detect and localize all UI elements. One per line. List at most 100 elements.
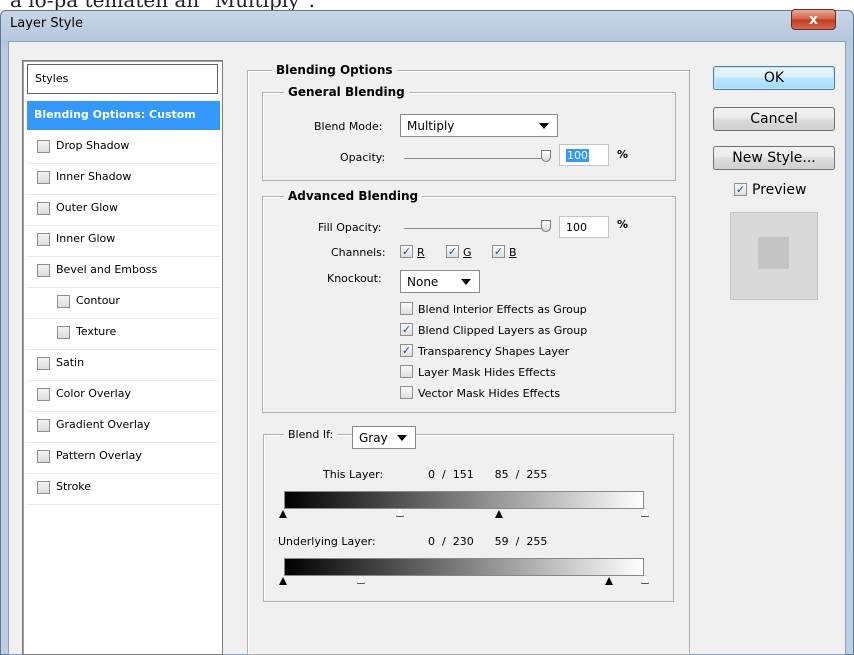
channel-r-label: R: [417, 246, 425, 259]
style-item-blending-options[interactable]: Blending Options: Custom: [27, 101, 220, 130]
general-blending-title: General Blending: [284, 85, 409, 99]
style-item[interactable]: Drop Shadow: [37, 139, 129, 153]
style-checkbox[interactable]: [37, 201, 50, 215]
blend-if-value: Gray: [359, 431, 388, 445]
blending-options-title: Blending Options: [272, 63, 397, 77]
style-divider: [27, 349, 220, 350]
style-checkbox[interactable]: [37, 387, 50, 401]
advanced-option-label: Blend Interior Effects as Group: [418, 303, 587, 316]
advanced-option-checkbox[interactable]: [400, 302, 413, 315]
this-layer-split-slider-2[interactable]: [495, 510, 503, 518]
fill-opacity-slider-handle[interactable]: [541, 220, 551, 232]
channel-g-checkbox[interactable]: ✓: [446, 245, 459, 258]
fill-opacity-value: 100: [566, 221, 587, 234]
style-item-label: Gradient Overlay: [56, 418, 151, 431]
chevron-down-icon: [539, 123, 549, 129]
style-divider: [27, 163, 220, 164]
style-item-label: Drop Shadow: [56, 139, 130, 152]
style-item[interactable]: Outer Glow: [37, 201, 118, 215]
this-layer-values: 0 / 151 85 / 255: [428, 468, 548, 481]
preview-swatch: [758, 237, 789, 269]
style-checkbox[interactable]: [37, 418, 50, 432]
style-checkbox[interactable]: [57, 325, 70, 339]
style-checkbox[interactable]: [37, 480, 50, 494]
style-divider: [27, 194, 220, 195]
style-item[interactable]: Inner Shadow: [37, 170, 131, 184]
advanced-blending-title: Advanced Blending: [284, 189, 423, 203]
knockout-value: None: [407, 275, 439, 289]
styles-header-item[interactable]: Styles: [27, 64, 218, 94]
style-checkbox[interactable]: [37, 356, 50, 370]
this-layer-black-slider[interactable]: [279, 510, 287, 518]
style-item-label: Bevel and Emboss: [56, 263, 158, 276]
channel-r-checkbox[interactable]: ✓: [400, 245, 413, 258]
style-divider: [27, 442, 220, 443]
blend-mode-select[interactable]: Multiply: [400, 114, 558, 137]
chevron-down-icon: [461, 279, 471, 285]
style-divider: [27, 225, 220, 226]
chevron-down-icon: [397, 435, 407, 441]
style-item[interactable]: Bevel and Emboss: [37, 263, 157, 277]
opacity-slider-handle[interactable]: [541, 150, 551, 162]
close-button[interactable]: x: [791, 9, 836, 30]
style-item[interactable]: Inner Glow: [37, 232, 115, 246]
underlying-layer-split-slider-2[interactable]: [605, 577, 613, 585]
advanced-option-checkbox[interactable]: ✓: [400, 344, 413, 357]
new-style-button[interactable]: New Style...: [713, 146, 835, 170]
advanced-option-label: Transparency Shapes Layer: [418, 345, 570, 358]
knockout-select[interactable]: None: [400, 270, 480, 293]
channel-b-checkbox[interactable]: ✓: [492, 245, 505, 258]
advanced-option-checkbox[interactable]: ✓: [400, 323, 413, 336]
channel-b-label: B: [509, 246, 517, 259]
fill-opacity-input[interactable]: 100: [559, 216, 609, 238]
opacity-label: Opacity:: [340, 151, 386, 164]
opacity-input[interactable]: 100: [559, 144, 609, 166]
channel-g-label: G: [463, 246, 472, 259]
style-item[interactable]: Texture: [57, 325, 116, 339]
ok-button[interactable]: OK: [713, 66, 835, 90]
advanced-option-checkbox[interactable]: [400, 365, 413, 378]
style-item[interactable]: Color Overlay: [37, 387, 131, 401]
style-checkbox[interactable]: [37, 449, 50, 463]
style-item[interactable]: Contour: [57, 294, 120, 308]
style-item-label: Outer Glow: [56, 201, 119, 214]
style-item-label: Satin: [56, 356, 85, 369]
style-item-label: Texture: [76, 325, 117, 338]
style-item-label: Inner Glow: [56, 232, 116, 245]
style-checkbox[interactable]: [57, 294, 70, 308]
blend-mode-label: Blend Mode:: [314, 120, 383, 133]
style-divider: [27, 318, 220, 319]
underlying-layer-black-slider[interactable]: [279, 577, 287, 585]
style-checkbox[interactable]: [37, 263, 50, 277]
preview-label: Preview: [752, 182, 807, 198]
this-layer-label: This Layer:: [323, 468, 384, 481]
style-divider: [27, 256, 220, 257]
style-item-label: Stroke: [56, 480, 92, 493]
style-checkbox[interactable]: [37, 232, 50, 246]
style-item[interactable]: Gradient Overlay: [37, 418, 150, 432]
blend-if-select[interactable]: Gray: [352, 426, 416, 449]
fill-opacity-label: Fill Opacity:: [318, 221, 382, 234]
style-checkbox[interactable]: [37, 139, 50, 153]
this-layer-gradient: [284, 491, 644, 509]
fill-opacity-slider[interactable]: [404, 228, 546, 229]
underlying-layer-values: 0 / 230 59 / 255: [428, 535, 548, 548]
preview-checkbox[interactable]: ✓: [734, 183, 747, 196]
blend-mode-value: Multiply: [407, 119, 455, 133]
advanced-option-label: Vector Mask Hides Effects: [418, 387, 561, 400]
style-divider: [27, 504, 220, 505]
advanced-option-label: Layer Mask Hides Effects: [418, 366, 556, 379]
blend-if-label: Blend If:: [284, 428, 338, 441]
style-item[interactable]: Stroke: [37, 480, 91, 494]
style-item-label: Contour: [76, 294, 120, 307]
style-checkbox[interactable]: [37, 170, 50, 184]
style-item[interactable]: Pattern Overlay: [37, 449, 142, 463]
advanced-option-checkbox[interactable]: [400, 386, 413, 399]
advanced-option-label: Blend Clipped Layers as Group: [418, 324, 588, 337]
opacity-unit: %: [617, 148, 629, 161]
opacity-slider[interactable]: [404, 158, 546, 159]
style-item-label: Inner Shadow: [56, 170, 132, 183]
cancel-button[interactable]: Cancel: [713, 107, 835, 131]
style-item[interactable]: Satin: [37, 356, 84, 370]
channels-label: Channels:: [331, 246, 386, 259]
